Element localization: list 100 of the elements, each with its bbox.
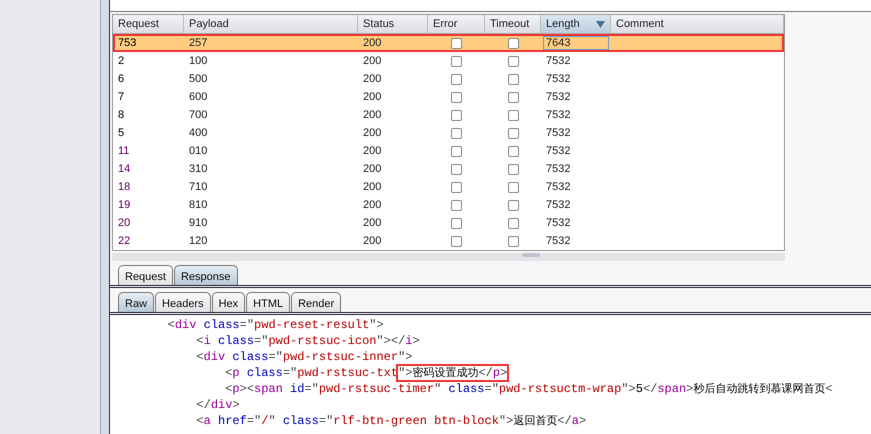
table-cell: 7532 — [546, 72, 570, 85]
checkbox[interactable] — [451, 74, 462, 84]
checkbox[interactable] — [451, 164, 462, 174]
table-cell: 200 — [363, 198, 382, 211]
column-header[interactable]: Request — [113, 15, 184, 33]
checkbox[interactable] — [451, 218, 462, 228]
table-cell: 200 — [363, 54, 382, 67]
tab[interactable]: Response — [174, 265, 238, 285]
table-cell: 257 — [189, 36, 208, 49]
table-cell: 200 — [363, 234, 382, 247]
table-row[interactable]: 18 710 200 7532 — [113, 178, 784, 196]
request-number: 20 — [118, 216, 130, 229]
table-cell: 200 — [363, 90, 382, 103]
tab[interactable]: HTML — [246, 292, 290, 312]
table-cell: 910 — [189, 216, 208, 229]
table-row[interactable]: 8 700 200 7532 — [113, 106, 784, 124]
table-cell: 200 — [363, 36, 382, 49]
code-line: <p><span id="pwd-rstsuc-timer" class="pwd-rstsuctm-wrap">5</span>秒后自动跳转到慕课网首页< — [224, 381, 833, 397]
table-row[interactable]: 11 010 200 7532 — [113, 142, 784, 160]
request-number: 22 — [118, 234, 130, 247]
checkbox[interactable] — [451, 92, 462, 102]
checkbox[interactable] — [451, 182, 462, 192]
table-cell: 7643 — [546, 37, 570, 49]
code-line: <i class="pwd-rstsuc-icon"></i> — [195, 333, 420, 349]
checkbox[interactable] — [508, 218, 518, 228]
table-cell: 7532 — [546, 234, 570, 247]
checkbox[interactable] — [508, 200, 518, 210]
column-header[interactable]: Length — [541, 15, 611, 33]
table-cell: 7532 — [546, 180, 570, 193]
table-row[interactable]: 22 120 200 7532 — [113, 232, 784, 250]
tab[interactable]: Hex — [212, 292, 246, 312]
request-number: 5 — [118, 126, 124, 139]
table-cell: 7532 — [546, 216, 570, 229]
code-line: <a href="/" class="rlf-btn-green btn-block">返回首页</a> — [195, 413, 586, 429]
checkbox[interactable] — [508, 128, 518, 138]
table-row[interactable]: 5 400 200 7532 — [113, 124, 784, 142]
checkbox[interactable] — [508, 146, 518, 156]
table-cell: 010 — [189, 144, 208, 157]
checkbox[interactable] — [508, 164, 518, 174]
table-cell: 200 — [363, 216, 382, 229]
table-cell: 7532 — [546, 90, 570, 103]
table-cell: 200 — [363, 162, 382, 175]
request-number: 11 — [118, 144, 130, 157]
request-number: 14 — [118, 162, 130, 175]
code-line: <div class="pwd-rstsuc-inner"> — [195, 349, 412, 365]
table-cell: 200 — [363, 180, 382, 193]
table-cell: 400 — [189, 126, 208, 139]
checkbox[interactable] — [451, 146, 462, 156]
request-number: 6 — [118, 72, 124, 85]
checkbox[interactable] — [508, 56, 518, 66]
checkbox[interactable] — [508, 182, 518, 192]
request-number: 8 — [118, 108, 124, 121]
checkbox[interactable] — [451, 38, 462, 48]
table-row[interactable]: 14 310 200 7532 — [113, 160, 784, 178]
code-line: <p class="pwd-rstsuc-txt">密码设置成功</p> — [224, 365, 508, 381]
request-number: 19 — [118, 198, 130, 211]
table-row[interactable]: 20 910 200 7532 — [113, 214, 784, 232]
table-cell: 100 — [189, 54, 208, 67]
table-cell: 600 — [189, 90, 208, 103]
table-cell: 200 — [363, 72, 382, 85]
checkbox[interactable] — [508, 236, 518, 246]
table-row[interactable]: 7 600 200 7532 — [113, 88, 784, 106]
sort-descending-icon — [596, 20, 605, 28]
tab[interactable]: Request — [118, 265, 173, 285]
column-header[interactable]: Error — [428, 15, 485, 33]
table-row[interactable]: 753 257 200 7643 — [113, 34, 784, 52]
checkbox[interactable] — [451, 56, 462, 66]
checkbox[interactable] — [508, 92, 518, 102]
checkbox[interactable] — [451, 128, 462, 138]
table-row[interactable]: 2 100 200 7532 — [113, 52, 784, 70]
table-cell: 7532 — [546, 126, 570, 139]
checkbox[interactable] — [508, 110, 518, 120]
table-cell: 700 — [189, 108, 208, 121]
tab[interactable]: Headers — [155, 292, 211, 312]
checkbox[interactable] — [451, 200, 462, 210]
horizontal-scrollbar[interactable] — [112, 253, 785, 261]
panel-splitter[interactable] — [101, 0, 110, 434]
tab[interactable]: Raw — [118, 292, 154, 312]
table-cell: 120 — [189, 234, 208, 247]
checkbox[interactable] — [451, 236, 462, 246]
table-cell: 7532 — [546, 108, 570, 121]
table-cell: 7532 — [546, 144, 570, 157]
column-header[interactable]: Comment — [611, 15, 784, 33]
table-cell: 200 — [363, 126, 382, 139]
column-header[interactable]: Status — [358, 15, 428, 33]
tab[interactable]: Render — [291, 292, 342, 312]
code-line: </div> — [195, 397, 240, 413]
request-number: 7 — [118, 90, 124, 103]
column-header[interactable]: Payload — [184, 15, 358, 33]
request-number: 2 — [118, 54, 124, 67]
code-line: <div class="pwd-reset-result"> — [166, 317, 384, 333]
checkbox[interactable] — [451, 110, 462, 120]
checkbox[interactable] — [508, 38, 518, 48]
table-cell: 500 — [189, 72, 208, 85]
table-cell: 7532 — [546, 54, 570, 67]
checkbox[interactable] — [508, 74, 518, 84]
request-number: 18 — [118, 180, 130, 193]
table-row[interactable]: 6 500 200 7532 — [113, 70, 784, 88]
table-row[interactable]: 19 810 200 7532 — [113, 196, 784, 214]
request-number: 753 — [118, 36, 136, 49]
